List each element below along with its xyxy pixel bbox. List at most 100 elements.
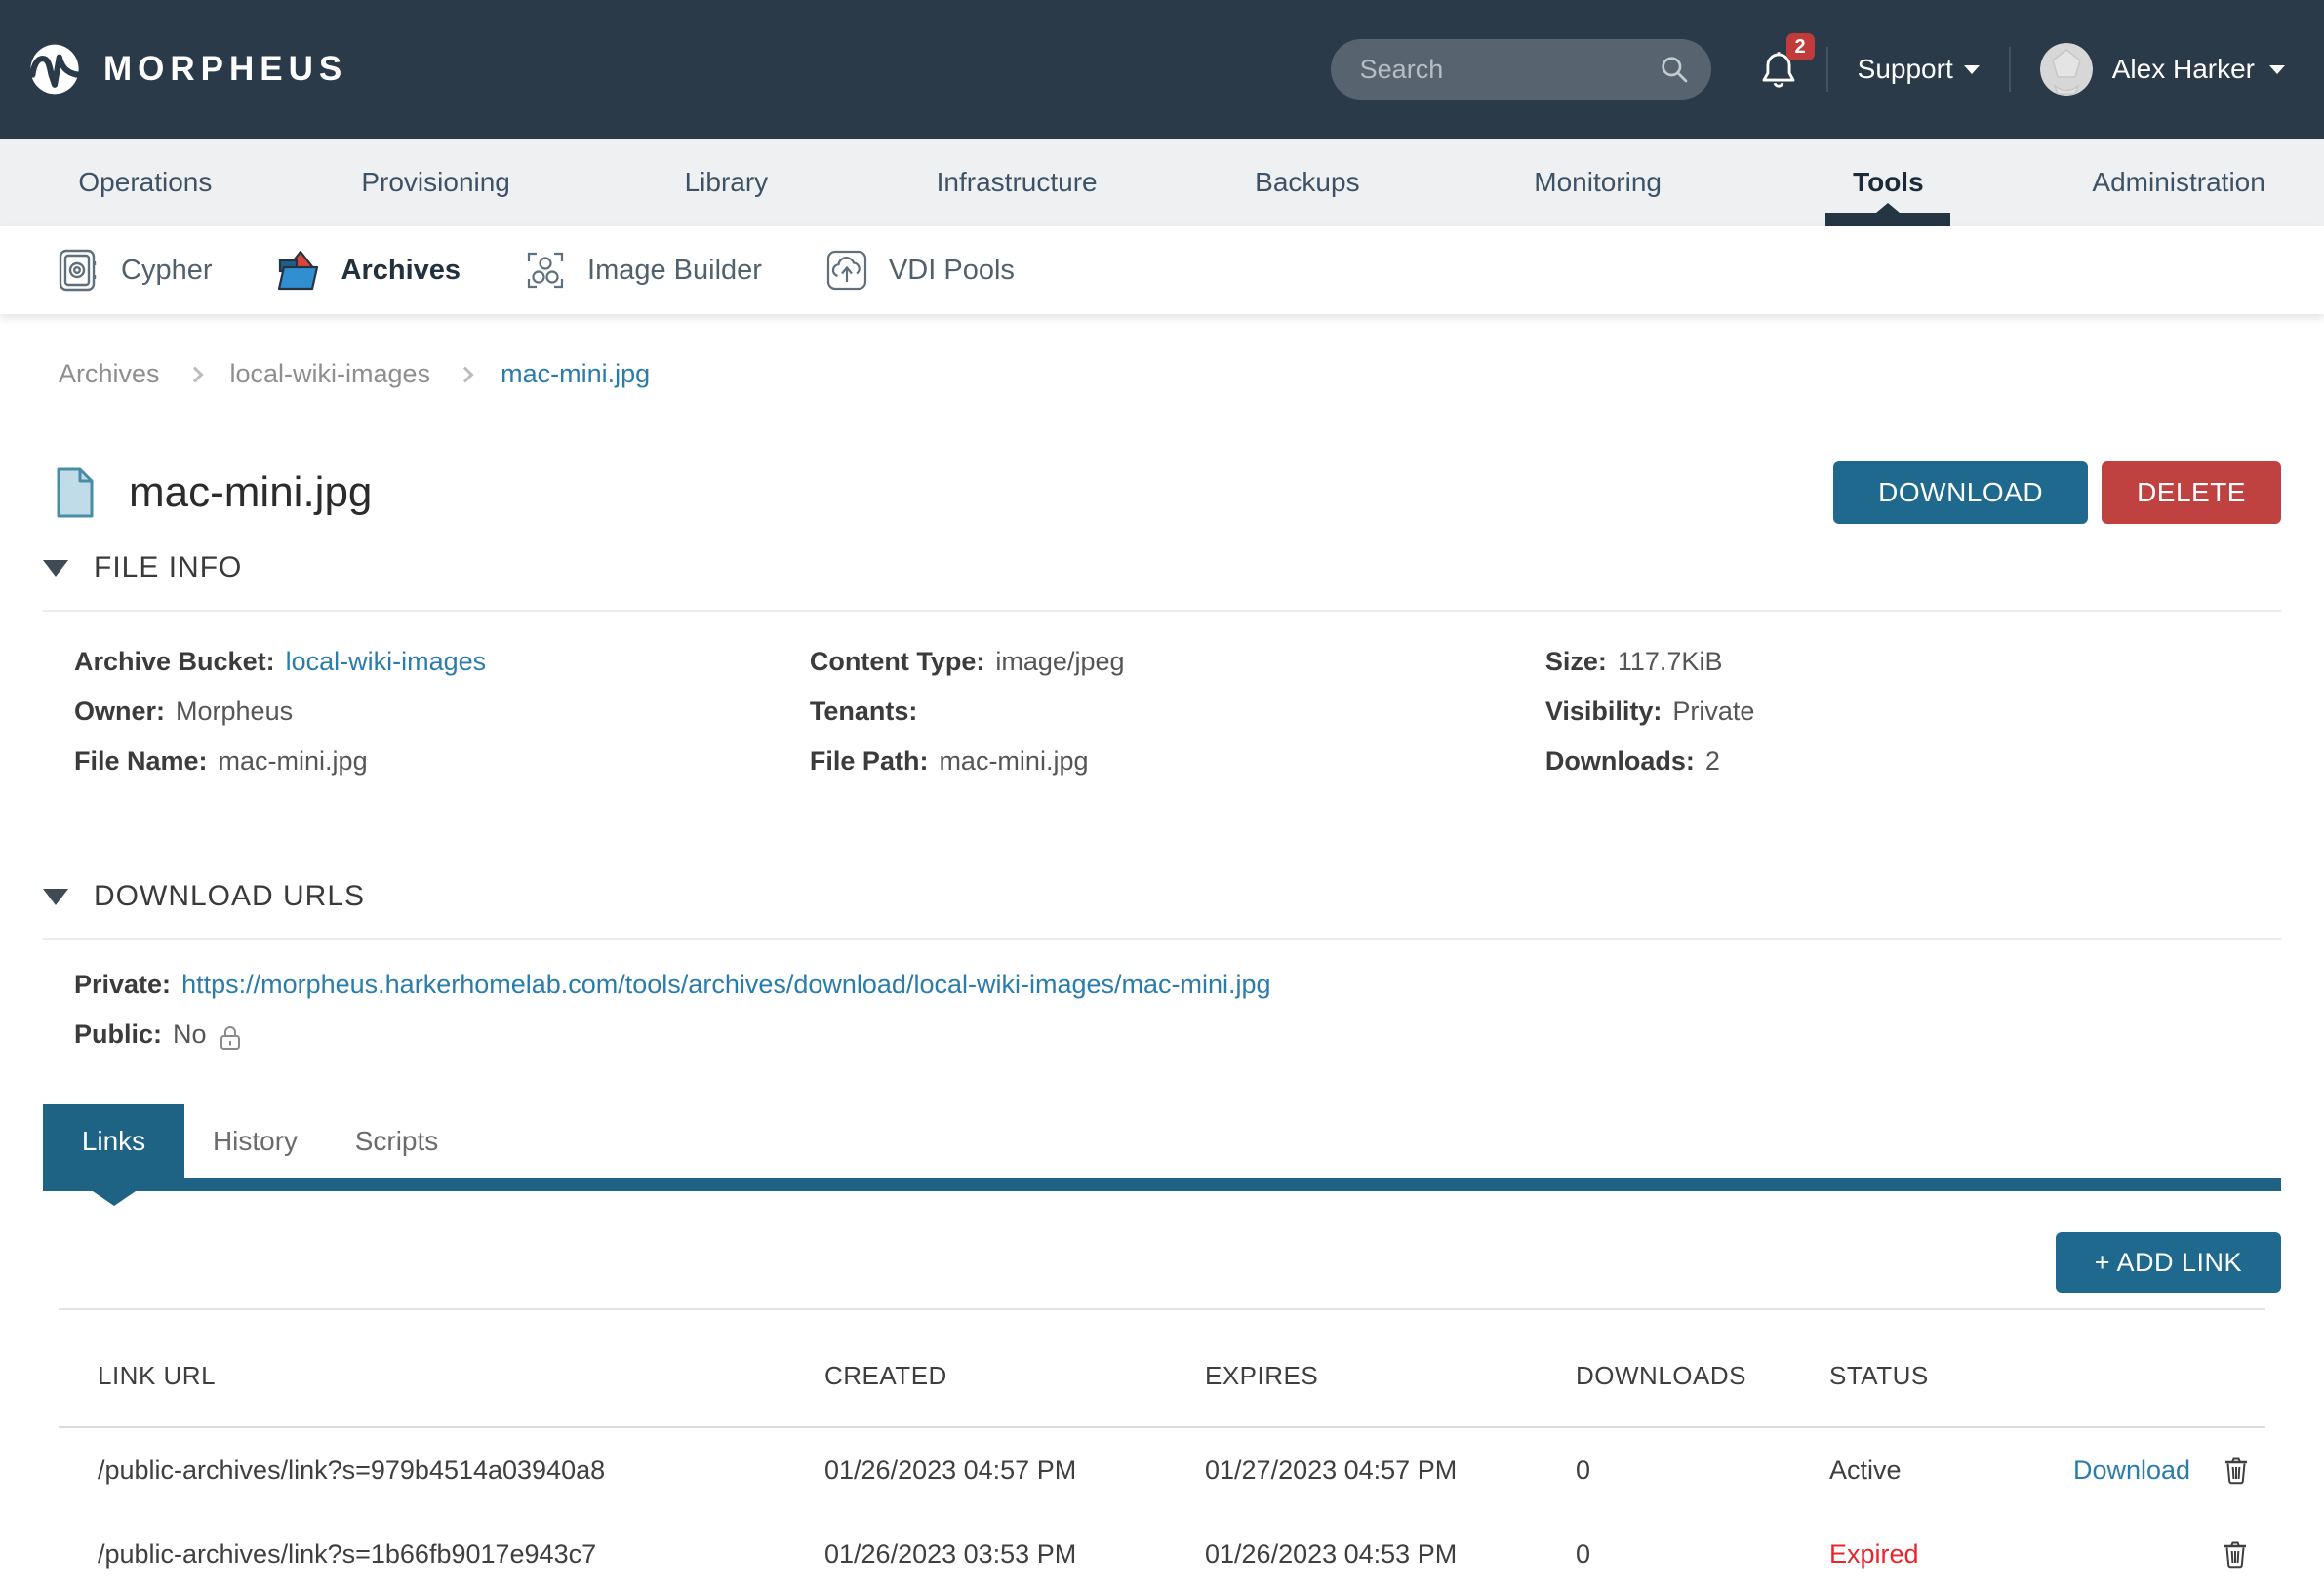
nav-item-tools[interactable]: Tools	[1743, 139, 2034, 226]
field-label: Size:	[1545, 647, 1607, 677]
field-label: Owner:	[74, 697, 165, 727]
links-table: LINK URL CREATED EXPIRES DOWNLOADS STATU…	[59, 1308, 2265, 1596]
file-info-header[interactable]: FILE INFO	[43, 551, 2281, 584]
nav-item-backups[interactable]: Backups	[1162, 139, 1453, 226]
field-label: Archive Bucket:	[74, 647, 275, 677]
trash-icon	[2224, 1456, 2249, 1485]
downloads-cell: 0	[1576, 1539, 1829, 1570]
nav-item-label: Tools	[1853, 167, 1924, 198]
field-label: File Name:	[74, 746, 208, 777]
sub-nav-image-builder[interactable]: Image Builder	[523, 248, 762, 293]
add-link-button[interactable]: + ADD LINK	[2056, 1232, 2281, 1293]
breadcrumb-bucket[interactable]: local-wiki-images	[230, 359, 431, 389]
delete-link-button[interactable]	[2223, 1539, 2248, 1569]
field-archive-bucket: Archive Bucket: local-wiki-images	[74, 637, 810, 687]
breadcrumb: Archives local-wiki-images mac-mini.jpg	[59, 359, 2324, 389]
morpheus-logo[interactable]: MORPHEUS	[29, 31, 347, 107]
column-header-status: STATUS	[1829, 1361, 2073, 1391]
sub-nav-vdi-pools[interactable]: VDI Pools	[824, 248, 1015, 293]
public-label: Public:	[74, 1019, 162, 1050]
nav-item-administration[interactable]: Administration	[2033, 139, 2324, 226]
file-info-fields: Archive Bucket: local-wiki-images Owner:…	[43, 637, 2281, 786]
delete-link-button[interactable]	[2224, 1456, 2249, 1485]
brand-name: MORPHEUS	[103, 50, 347, 89]
field-label: Downloads:	[1545, 746, 1695, 777]
archive-bucket-link[interactable]: local-wiki-images	[286, 647, 487, 677]
morpheus-logo-icon	[29, 31, 80, 107]
support-label: Support	[1858, 54, 1953, 85]
status-badge: Expired	[1829, 1539, 2073, 1570]
breadcrumb-archives[interactable]: Archives	[59, 359, 160, 389]
field-label: Tenants:	[810, 697, 918, 727]
field-value: Morpheus	[176, 697, 293, 727]
breadcrumb-current-file[interactable]: mac-mini.jpg	[501, 359, 650, 389]
nav-item-operations[interactable]: Operations	[0, 139, 291, 226]
links-table-header: LINK URL CREATED EXPIRES DOWNLOADS STATU…	[59, 1310, 2265, 1428]
column-header-created: CREATED	[824, 1361, 1205, 1391]
sub-nav-archives[interactable]: Archives	[275, 249, 461, 292]
column-header-downloads: DOWNLOADS	[1576, 1361, 1829, 1391]
sub-nav-label: Cypher	[121, 255, 213, 287]
nav-item-provisioning[interactable]: Provisioning	[291, 139, 581, 226]
created-cell: 01/26/2023 03:53 PM	[824, 1539, 1205, 1570]
trash-icon	[2223, 1539, 2248, 1569]
notifications-button[interactable]: 2	[1760, 49, 1797, 90]
user-menu[interactable]: Alex Harker	[2112, 54, 2285, 85]
tab-scripts[interactable]: Scripts	[326, 1104, 467, 1178]
field-size: Size: 117.7KiB	[1545, 637, 2281, 687]
lock-icon	[219, 1024, 242, 1052]
chevron-right-icon	[458, 366, 474, 382]
collapse-triangle-icon	[43, 560, 68, 577]
sub-nav-label: Archives	[341, 255, 461, 287]
download-urls-header[interactable]: DOWNLOAD URLS	[43, 880, 2281, 913]
nav-item-infrastructure[interactable]: Infrastructure	[871, 139, 1162, 226]
tab-links[interactable]: Links	[43, 1104, 184, 1178]
column-header-expires: EXPIRES	[1205, 1361, 1576, 1391]
field-label: Content Type:	[810, 647, 984, 677]
nav-item-library[interactable]: Library	[581, 139, 872, 226]
expires-cell: 01/27/2023 04:57 PM	[1205, 1456, 1576, 1486]
image-builder-icon	[523, 248, 568, 293]
column-header-link-url: LINK URL	[59, 1361, 824, 1391]
link-url-cell: /public-archives/link?s=979b4514a03940a8	[59, 1456, 824, 1486]
user-avatar[interactable]	[2040, 43, 2093, 96]
section-divider	[43, 938, 2281, 940]
header-divider	[2009, 47, 2011, 92]
tab-history[interactable]: History	[184, 1104, 326, 1178]
field-visibility: Visibility: Private	[1545, 687, 2281, 737]
sub-nav-cypher[interactable]: Cypher	[57, 248, 213, 293]
sub-nav-label: VDI Pools	[889, 255, 1015, 287]
expires-cell: 01/26/2023 04:53 PM	[1205, 1539, 1576, 1570]
chevron-down-icon	[2269, 65, 2285, 74]
top-header: MORPHEUS 2 Support	[0, 0, 2324, 139]
field-label: Visibility:	[1545, 697, 1663, 727]
field-value: 117.7KiB	[1618, 647, 1723, 677]
download-button[interactable]: DOWNLOAD	[1833, 461, 2088, 524]
private-download-url-link[interactable]: https://morpheus.harkerhomelab.com/tools…	[181, 970, 1270, 1000]
support-menu[interactable]: Support	[1858, 54, 1980, 85]
header-divider	[1826, 47, 1828, 92]
link-url-cell: /public-archives/link?s=1b66fb9017e943c7	[59, 1539, 824, 1570]
collapse-triangle-icon	[43, 889, 68, 905]
field-file-path: File Path: mac-mini.jpg	[810, 737, 1545, 786]
search-icon[interactable]	[1659, 54, 1690, 85]
global-search[interactable]	[1331, 39, 1711, 100]
field-downloads: Downloads: 2	[1545, 737, 2281, 786]
delete-button[interactable]: DELETE	[2102, 461, 2281, 524]
file-info-section: FILE INFO Archive Bucket: local-wiki-ima…	[43, 551, 2281, 786]
row-download-link[interactable]: Download	[2073, 1456, 2190, 1486]
download-urls-section: DOWNLOAD URLS Private: https://morpheus.…	[43, 880, 2281, 1059]
chevron-right-icon	[186, 366, 203, 382]
section-title: FILE INFO	[94, 551, 242, 584]
downloads-cell: 0	[1576, 1456, 1829, 1486]
section-divider	[43, 610, 2281, 612]
public-value: No	[173, 1019, 207, 1050]
title-row: mac-mini.jpg DOWNLOAD DELETE	[43, 461, 2281, 524]
nav-item-monitoring[interactable]: Monitoring	[1453, 139, 1743, 226]
search-input[interactable]	[1360, 55, 1659, 85]
chevron-down-icon	[1964, 65, 1980, 74]
sub-nav-label: Image Builder	[587, 255, 762, 287]
tools-sub-navigation: Cypher Archives Image Builder	[0, 226, 2324, 314]
field-value: mac-mini.jpg	[939, 746, 1088, 777]
status-badge: Active	[1829, 1456, 2073, 1486]
